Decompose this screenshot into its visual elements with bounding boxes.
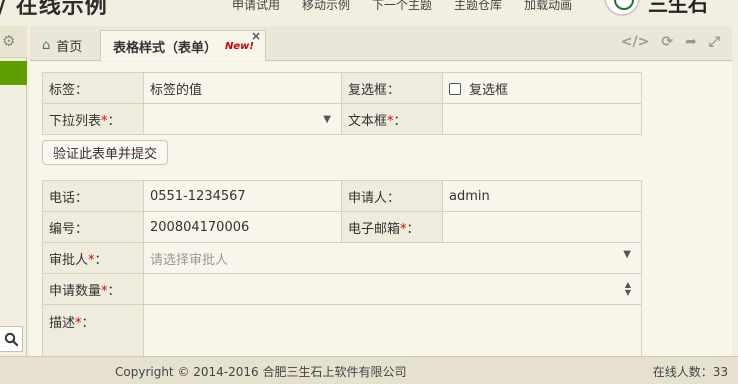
checkbox-field-label: 复选框： <box>341 72 443 104</box>
applicant-field[interactable]: admin <box>442 180 642 212</box>
form-table-2: 电话： 0551-1234567 申请人： admin 编号： 20080417… <box>42 180 642 365</box>
validate-submit-button[interactable]: 验证此表单并提交 <box>42 140 169 165</box>
phone-label: 电话： <box>42 180 144 212</box>
home-icon: ⌂ <box>42 38 51 53</box>
top-header: / 在线示例 申请试用 移动示例 下一个主题 主题仓库 加载动画 三生石 <box>0 0 738 26</box>
tab-tools: </> ⟳ ➦ ⤢ <box>609 34 720 50</box>
tab-table-form[interactable]: 表格样式（表单） New! × <box>100 29 266 61</box>
email-label: 电子邮箱*： <box>341 211 443 243</box>
checkbox-field[interactable]: 复选框 <box>442 72 642 104</box>
checkbox-input[interactable] <box>449 82 461 95</box>
quantity-label: 申请数量*： <box>42 273 144 305</box>
colon: ： <box>107 113 121 129</box>
gear-icon[interactable]: ⚙ <box>2 32 15 50</box>
applicant-label: 申请人： <box>341 180 443 212</box>
stepper-down-icon[interactable]: ▼ <box>625 289 631 297</box>
nav-theme-repo[interactable]: 主题仓库 <box>454 0 502 13</box>
copyright-text: Copyright © 2014-2016 合肥三生石上软件有限公司 <box>115 365 407 379</box>
approver-label: 审批人*： <box>42 242 144 274</box>
colon: ： <box>406 221 420 237</box>
sidebar-header: ⚙ <box>0 26 27 58</box>
number-label: 编号： <box>42 211 144 243</box>
online-count: 在线人数：33 <box>652 365 728 379</box>
textbox-label-text: 文本框 <box>348 113 388 129</box>
site-title: / 在线示例 <box>0 0 108 19</box>
tab-home[interactable]: ⌂ 首页 <box>34 30 94 61</box>
new-badge: New! <box>225 40 254 52</box>
nav-mobile-demo[interactable]: 移动示例 <box>302 0 350 13</box>
quantity-stepper[interactable]: ▲ ▼ <box>143 273 642 305</box>
nav-next-theme[interactable]: 下一个主题 <box>372 0 432 13</box>
source-code-icon[interactable]: </> <box>621 34 650 50</box>
quantity-label-text: 申请数量 <box>49 283 102 299</box>
search-icon <box>4 332 18 346</box>
approver-label-text: 审批人 <box>49 252 89 268</box>
nav-loading-animation[interactable]: 加载动画 <box>524 0 572 13</box>
approver-select[interactable]: 请选择审批人 ▼ <box>143 242 642 274</box>
label-field-value: 标签的值 <box>143 72 342 104</box>
description-label-text: 描述 <box>49 316 76 331</box>
footer: Copyright © 2014-2016 合肥三生石上软件有限公司 在线人数：… <box>0 356 738 384</box>
dropdown-label-text: 下拉列表 <box>49 113 102 129</box>
colon: ： <box>94 252 108 268</box>
caret-down-icon: ▼ <box>623 248 631 260</box>
main-content: 标签： 标签的值 复选框： 复选框 下拉列表*： ▼ 文本框*： 验证此表单并提… <box>30 62 732 365</box>
textbox-field-label: 文本框*： <box>341 103 443 135</box>
refresh-icon[interactable]: ⟳ <box>661 34 673 50</box>
colon: ： <box>393 113 407 129</box>
tab-bar: ⌂ 首页 表格样式（表单） New! × </> ⟳ ➦ ⤢ <box>30 26 732 61</box>
label-field-label: 标签： <box>42 72 144 104</box>
caret-down-icon: ▼ <box>323 113 331 125</box>
email-label-text: 电子邮箱 <box>348 221 401 237</box>
colon: ： <box>81 316 95 331</box>
company-logo <box>604 0 640 16</box>
tab-table-form-label: 表格样式（表单） <box>113 40 218 56</box>
sidebar: ⚙ <box>0 26 27 356</box>
colon: ： <box>107 283 121 299</box>
email-field[interactable] <box>442 211 642 243</box>
textbox-input[interactable] <box>442 103 642 135</box>
sidebar-active-item[interactable] <box>0 61 27 85</box>
tab-home-label: 首页 <box>56 40 83 55</box>
logo-text: 三生石 <box>648 0 708 16</box>
stepper-icon[interactable]: ▲ ▼ <box>625 281 631 297</box>
close-icon[interactable]: × <box>251 29 261 43</box>
checkbox-text: 复选框 <box>469 82 509 98</box>
sidebar-search-button[interactable] <box>0 326 23 352</box>
phone-field[interactable]: 0551-1234567 <box>143 180 342 212</box>
dropdown-select[interactable]: ▼ <box>143 103 342 135</box>
share-icon[interactable]: ➦ <box>685 34 697 50</box>
approver-placeholder: 请选择审批人 <box>150 252 229 268</box>
top-navigation: 申请试用 移动示例 下一个主题 主题仓库 加载动画 <box>232 0 594 13</box>
nav-apply-trial[interactable]: 申请试用 <box>232 0 280 13</box>
expand-icon[interactable]: ⤢ <box>709 34 720 50</box>
dropdown-field-label: 下拉列表*： <box>42 103 144 135</box>
form-table-1: 标签： 标签的值 复选框： 复选框 下拉列表*： ▼ 文本框*： <box>42 72 642 135</box>
number-field[interactable]: 200804170006 <box>143 211 342 243</box>
